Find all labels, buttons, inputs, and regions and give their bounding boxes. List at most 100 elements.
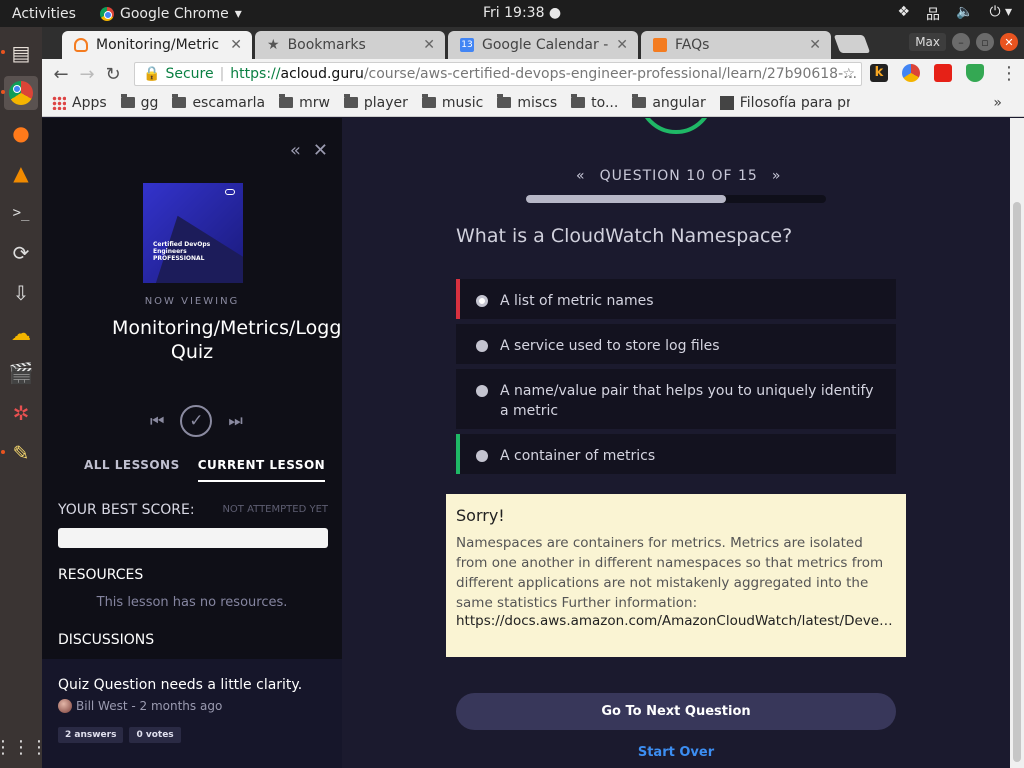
next-question-button[interactable]: Go To Next Question (456, 693, 896, 730)
power-icon[interactable]: ⏻ ▾ (989, 4, 1012, 24)
close-icon[interactable]: ✕ (809, 37, 821, 53)
youtube-extension-icon[interactable] (934, 64, 952, 82)
minimize-icon[interactable]: – (952, 33, 970, 51)
scrollbar-thumb[interactable] (1013, 202, 1021, 762)
window-controls: Max – ▫ ✕ (909, 33, 1018, 51)
text-editor-dock-icon[interactable]: ✎ (1, 436, 38, 470)
discussion-item[interactable]: Quiz Question needs a little clarity. Bi… (42, 659, 342, 768)
menu-dots-icon[interactable]: ⋮ (996, 63, 1022, 84)
discussion-title[interactable]: Quiz Question needs a little clarity. (58, 677, 302, 693)
more-bookmarks-icon[interactable]: » (993, 95, 1002, 111)
update-dock-icon[interactable]: ⟳ (4, 236, 38, 270)
tab-bookmarks[interactable]: ★ Bookmarks ✕ (255, 31, 445, 59)
best-score-label: YOUR BEST SCORE: (58, 502, 195, 518)
dropbox-icon[interactable]: ❖ (897, 4, 910, 24)
installer-dock-icon[interactable]: ⇩ (4, 276, 38, 310)
separator: | (219, 66, 225, 82)
volume-icon[interactable]: 🔈 (956, 4, 973, 24)
network-icon[interactable]: 品 (926, 4, 940, 24)
shield-extension-icon[interactable] (966, 64, 984, 82)
back-arrow-icon[interactable]: ← (48, 64, 74, 85)
bookmark-label: gg (140, 94, 159, 111)
bookmark-page[interactable]: Filosofía para pr (719, 94, 850, 111)
color-extension-icon[interactable] (902, 64, 920, 82)
profile-button[interactable]: Max (909, 33, 946, 51)
vlc-dock-icon[interactable]: ▲ (4, 156, 38, 190)
answer-option[interactable]: A service used to store log files (456, 324, 896, 364)
bookmark-apps[interactable]: Apps (52, 95, 107, 111)
bookmark-folder[interactable]: miscs (497, 94, 558, 111)
chrome-icon (100, 6, 114, 21)
clock[interactable]: Fri 19:38 ● (483, 5, 561, 21)
previous-lesson-icon[interactable]: ⏮ (150, 411, 164, 431)
k-extension-icon[interactable]: k (870, 64, 888, 82)
tab-all-lessons[interactable]: ALL LESSONS (84, 458, 180, 482)
resources-heading: RESOURCES (58, 567, 144, 583)
bookmark-folder[interactable]: mrw (279, 94, 330, 111)
tab-faqs[interactable]: FAQs ✕ (641, 31, 831, 59)
bookmark-folder[interactable]: gg (120, 94, 159, 111)
tab-current-lesson[interactable]: CURRENT LESSON (197, 458, 326, 482)
box-favicon-icon (653, 38, 667, 52)
vpn-dock-icon[interactable]: ☁ (4, 316, 38, 350)
answer-text: A container of metrics (500, 448, 656, 464)
start-over-link[interactable]: Start Over (342, 745, 1010, 760)
bookmark-label: Filosofía para pr (739, 94, 850, 111)
close-sidebar-icon[interactable]: ✕ (313, 140, 328, 161)
next-lesson-icon[interactable]: ⏭ (228, 411, 242, 431)
new-tab-button[interactable] (833, 35, 871, 53)
bookmark-star-icon[interactable]: ☆ (842, 66, 855, 82)
tab-monitoring[interactable]: Monitoring/Metric ✕ (62, 31, 252, 59)
activities-button[interactable]: Activities (0, 6, 92, 22)
folder-icon (172, 94, 187, 108)
completed-check-icon[interactable]: ✓ (180, 405, 213, 437)
chrome-dock-icon[interactable] (1, 76, 38, 110)
answer-option-wrong[interactable]: A list of metric names (456, 279, 896, 319)
resources-empty-message: This lesson has no resources. (96, 595, 288, 610)
reload-icon[interactable]: ↻ (100, 64, 126, 85)
answer-option-correct[interactable]: A container of metrics (456, 434, 896, 474)
app-menu[interactable]: Google Chrome ▾ (100, 6, 242, 22)
collapse-double-chevron-icon[interactable]: « (290, 140, 301, 161)
answer-text: A service used to store log files (500, 338, 720, 354)
window-close-icon[interactable]: ✕ (1000, 33, 1018, 51)
tools-dock-icon[interactable]: ✲ (4, 396, 38, 430)
firefox-dock-icon[interactable]: ● (4, 116, 38, 150)
close-icon[interactable]: ✕ (230, 37, 242, 53)
lesson-title: Monitoring/Metrics/Logging Quiz (112, 317, 342, 363)
apps-grid-icon (52, 95, 66, 110)
bookmark-folder[interactable]: music (421, 94, 484, 111)
video-editor-dock-icon[interactable]: 🎬 (4, 356, 38, 390)
files-dock-icon[interactable]: ▤ (1, 36, 38, 70)
browser-toolbar: ← → ↻ 🔒 Secure | https:// acloud.guru /c… (42, 59, 1024, 89)
tab-label: Bookmarks (287, 37, 366, 53)
bookmark-label: to... (591, 94, 619, 111)
answers-badge: 2 answers (58, 727, 124, 743)
close-icon[interactable]: ✕ (616, 37, 628, 53)
terminal-dock-icon[interactable]: >_ (4, 196, 38, 230)
bookmark-label: miscs (517, 94, 558, 111)
previous-question-icon[interactable]: « (576, 168, 586, 184)
bookmark-folder[interactable]: player (343, 94, 408, 111)
url-host: acloud.guru (280, 66, 364, 82)
folder-icon (120, 94, 135, 108)
clock-label: Fri 19:38 (483, 5, 545, 21)
close-icon[interactable]: ✕ (423, 37, 435, 53)
url-path: /course/aws-certified-devops-engineer-pr… (363, 66, 861, 82)
next-question-icon[interactable]: » (772, 168, 782, 184)
feedback-link[interactable]: https://docs.aws.amazon.com/AmazonCloudW… (456, 613, 896, 629)
page-scrollbar[interactable] (1010, 118, 1024, 768)
folder-icon (421, 94, 436, 108)
bookmark-folder[interactable]: escamarla (172, 94, 265, 111)
show-applications-icon[interactable]: ⋮⋮⋮ (0, 737, 48, 758)
answer-option[interactable]: A name/value pair that helps you to uniq… (456, 369, 896, 429)
address-bar[interactable]: 🔒 Secure | https:// acloud.guru /course/… (134, 62, 862, 86)
maximize-icon[interactable]: ▫ (976, 33, 994, 51)
bookmark-folder[interactable]: angular (632, 94, 706, 111)
bookmark-folder[interactable]: to... (571, 94, 619, 111)
system-tray[interactable]: ❖ 品 🔈 ⏻ ▾ (897, 4, 1012, 24)
best-score-status: NOT ATTEMPTED YET (222, 504, 328, 515)
tab-google-calendar[interactable]: 13 Google Calendar - 4 ✕ (448, 31, 638, 59)
bookmark-label: music (441, 94, 484, 111)
forward-arrow-icon[interactable]: → (74, 64, 100, 85)
